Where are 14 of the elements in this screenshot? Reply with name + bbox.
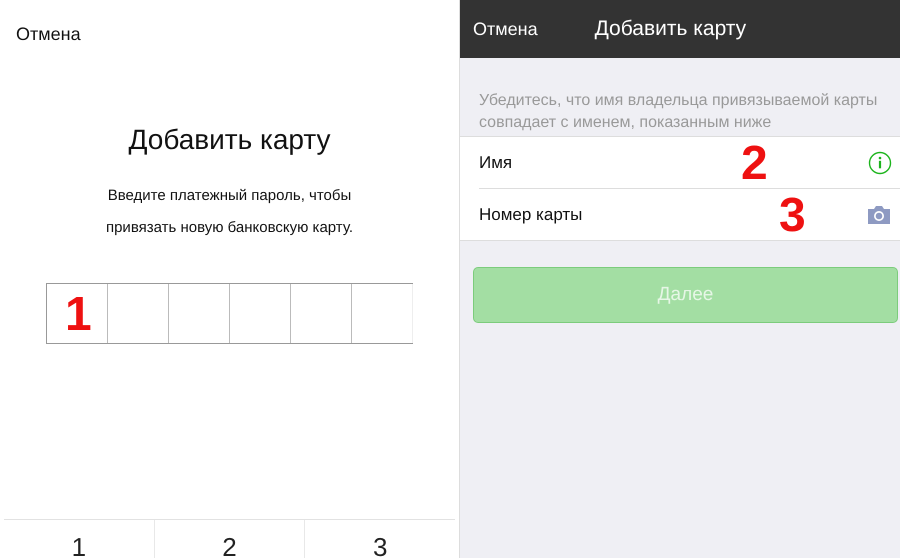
annotation-number: 3 [779, 192, 806, 240]
annotation-number: 2 [741, 140, 768, 188]
description-text: Введите платежный пароль, чтобы привязать новую банковскую карту. [104, 186, 354, 238]
page-title: Добавить карту [128, 124, 331, 156]
cancel-link[interactable]: Отмена [16, 24, 81, 45]
info-icon[interactable] [868, 150, 892, 174]
form-field[interactable]: Номер карты 3 [479, 188, 900, 240]
form-field[interactable]: Имя 2 [479, 137, 900, 188]
hint-text: Убедитесь, что имя владельца привязываемой карты совпадает с именем, показанным ниже [479, 91, 878, 133]
page-title: Добавить карту [594, 17, 746, 41]
camera-icon[interactable] [866, 204, 892, 224]
pin-input-field[interactable]: 1 [46, 283, 413, 344]
cancel-link[interactable]: Отмена [473, 18, 538, 40]
annotation-number: 1 [65, 291, 92, 339]
